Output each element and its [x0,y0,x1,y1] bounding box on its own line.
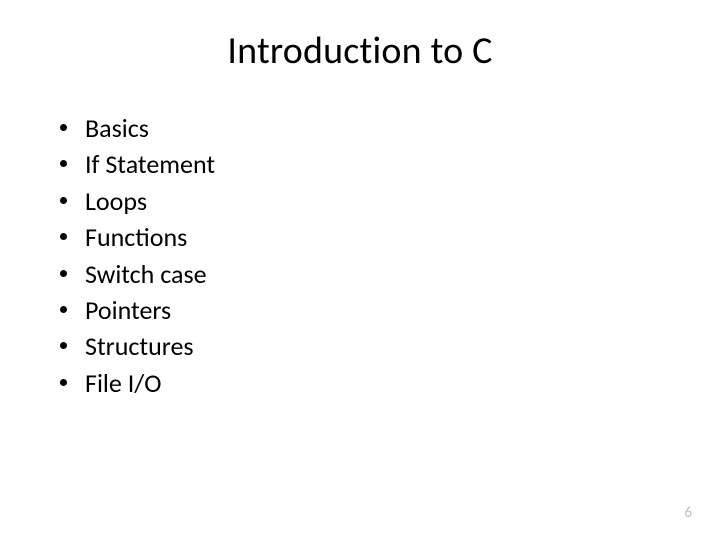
bullet-icon [60,197,67,204]
bullet-icon [60,306,67,313]
page-number: 6 [684,504,692,522]
bullet-icon [60,233,67,240]
slide-container: Introduction to C Basics If Statement Lo… [0,0,720,540]
list-item: If Statement [60,146,670,182]
list-item: Pointers [60,292,670,328]
bullet-text: Basics [85,110,149,146]
list-item: File I/O [60,365,670,401]
bullet-icon [60,342,67,349]
bullet-text: File I/O [85,365,162,401]
bullet-icon [60,379,67,386]
bullet-text: Pointers [85,292,171,328]
bullet-list: Basics If Statement Loops Functions Swit… [50,110,670,401]
bullet-icon [60,124,67,131]
slide-title: Introduction to C [50,28,670,74]
list-item: Loops [60,183,670,219]
bullet-icon [60,160,67,167]
bullet-icon [60,270,67,277]
bullet-text: If Statement [85,146,215,182]
list-item: Switch case [60,256,670,292]
list-item: Structures [60,328,670,364]
bullet-text: Loops [85,183,147,219]
list-item: Functions [60,219,670,255]
bullet-text: Functions [85,219,187,255]
list-item: Basics [60,110,670,146]
bullet-text: Structures [85,328,194,364]
bullet-text: Switch case [85,256,207,292]
